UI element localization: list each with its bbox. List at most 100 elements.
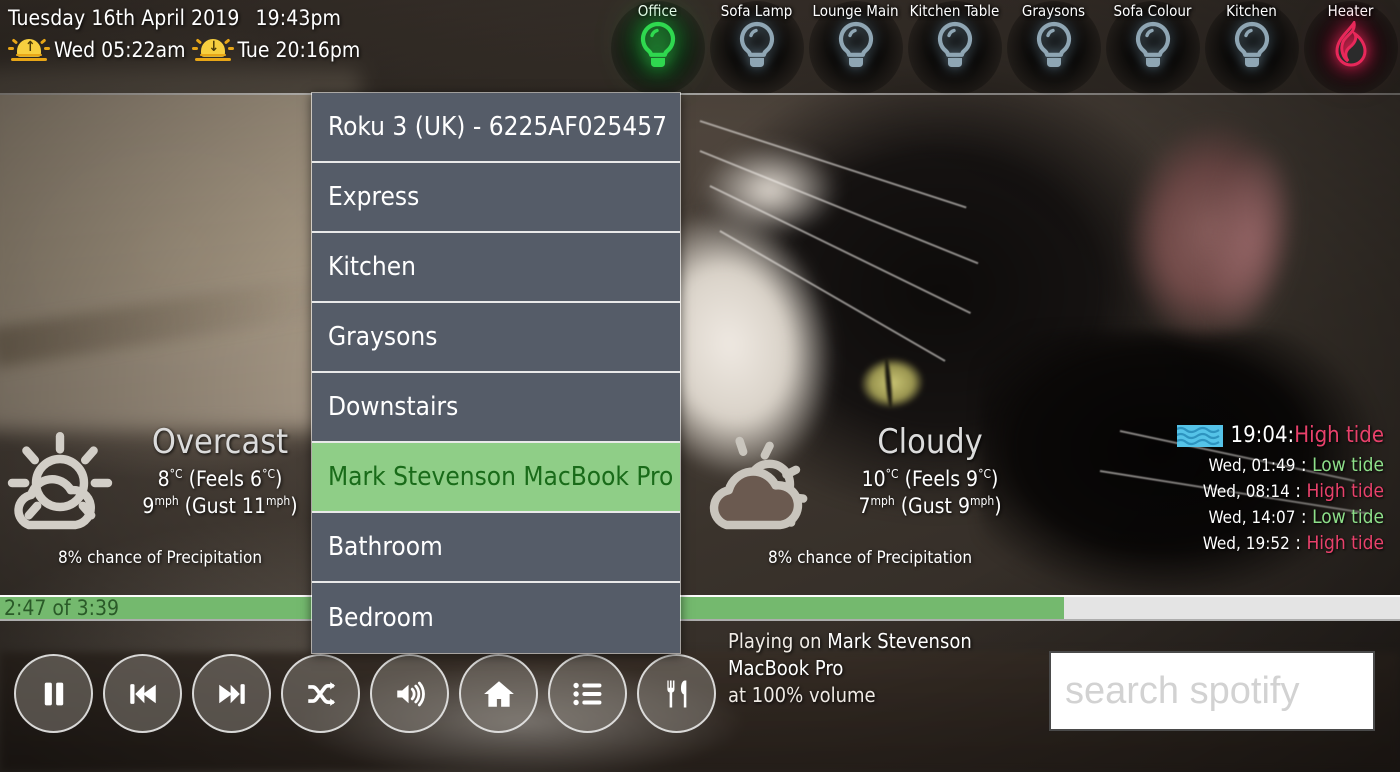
sunset-icon: ↓ — [191, 36, 234, 64]
device-menu-item[interactable]: Express — [312, 163, 680, 233]
tide-time: 14:07 — [1251, 508, 1296, 528]
tide-day: Wed, — [1208, 456, 1252, 476]
light-toggle-kitchen-table[interactable]: Kitchen Table — [905, 0, 1004, 95]
tide-type: Low tide — [1312, 454, 1384, 476]
home-icon — [483, 680, 514, 707]
gust-suffix: ) — [290, 493, 298, 518]
tide-type: High tide — [1306, 532, 1384, 554]
weather-precipitation: 8% chance of Precipitation — [57, 548, 263, 568]
tide-day: Wed, — [1202, 482, 1246, 502]
feels-unit: °C — [262, 466, 275, 481]
device-menu-item[interactable]: Bathroom — [312, 513, 680, 583]
feels-prefix: (Feels — [904, 466, 967, 491]
tide-next-type: High tide — [1294, 423, 1384, 448]
shuffle-button[interactable] — [281, 654, 360, 733]
light-label: Sofa Lamp — [720, 2, 793, 20]
pause-button[interactable] — [14, 654, 93, 733]
light-controls-row: Office Sofa Lamp Lounge Main Kitchen Tab… — [608, 0, 1400, 95]
playback-progress[interactable]: 2:47 of 3:39 — [0, 591, 1400, 623]
tide-type: Low tide — [1312, 506, 1384, 528]
date-time-row: Tuesday 16th April 2019 19:43pm — [8, 6, 366, 30]
device-menu-item[interactable]: Downstairs — [312, 373, 680, 443]
home-button[interactable] — [459, 654, 538, 733]
tide-row: Wed, 08:14 : High tide — [1040, 480, 1384, 502]
playlist-button[interactable] — [548, 654, 627, 733]
lightbulb-icon — [1229, 21, 1275, 78]
next-track-icon — [218, 683, 245, 704]
dining-button[interactable] — [637, 654, 716, 733]
cloud-over-sun-icon — [700, 429, 820, 549]
tide-day: Wed, — [1208, 508, 1252, 528]
gust-value: 11 — [241, 493, 266, 518]
weather-wind: 9mph (Gust 11mph) — [120, 494, 320, 518]
weather-wind: 7mph (Gust 9mph) — [820, 494, 1040, 518]
progress-label: 2:47 of 3:39 — [4, 596, 120, 620]
device-menu-item[interactable]: Graysons — [312, 303, 680, 373]
progress-track[interactable] — [0, 595, 1400, 621]
light-toggle-kitchen[interactable]: Kitchen — [1202, 0, 1301, 95]
wind-unit: mph — [154, 493, 179, 508]
sunset-time: Tue 20:16pm — [237, 38, 361, 62]
light-toggle-heater[interactable]: Heater — [1301, 0, 1400, 95]
light-toggle-sofa-colour[interactable]: Sofa Colour — [1103, 0, 1202, 95]
light-toggle-lounge-main[interactable]: Lounge Main — [806, 0, 905, 95]
tide-sep: : — [1289, 480, 1307, 502]
tide-day: Wed, — [1202, 534, 1246, 554]
weather-text-forecast: Cloudy 10°C (Feels 9°C) 7mph (Gust 9mph) — [820, 415, 1040, 518]
volume-button[interactable] — [370, 654, 449, 733]
gust-suffix: ) — [994, 493, 1002, 518]
feels-unit: °C — [978, 466, 992, 481]
tide-row: Wed, 19:52 : High tide — [1040, 532, 1384, 554]
lightbulb-icon — [1036, 21, 1071, 67]
weather-condition: Cloudy — [877, 422, 983, 462]
lightbulb-icon — [932, 21, 978, 78]
now-playing-prefix: Playing on — [728, 629, 828, 653]
volume-icon — [396, 681, 425, 706]
clock-block: Tuesday 16th April 2019 19:43pm ↑ Wed 05:… — [8, 6, 366, 64]
spotify-search-box[interactable] — [1049, 651, 1375, 731]
wind-value: 9 — [142, 493, 155, 518]
flame-icon — [1334, 19, 1367, 67]
lightbulb-icon — [1234, 21, 1269, 67]
search-input[interactable] — [1051, 653, 1373, 729]
weather-panel-current: Overcast 8°C (Feels 6°C) 9mph (Gust 11mp… — [0, 415, 320, 590]
lightbulb-icon — [640, 21, 675, 67]
device-menu-item[interactable]: Roku 3 (UK) - 6225AF025457 — [312, 93, 680, 163]
wave-icon — [1173, 424, 1223, 447]
light-toggle-office[interactable]: Office — [608, 0, 707, 95]
current-time: 19:43pm — [255, 6, 342, 30]
light-label: Sofa Colour — [1113, 2, 1192, 20]
feels-suffix: ) — [275, 466, 283, 491]
sunrise-icon: ↑ — [8, 36, 50, 64]
transport-controls — [14, 654, 716, 733]
tide-type: High tide — [1306, 480, 1384, 502]
now-playing-text: Playing on Mark Stevenson MacBook Pro at… — [728, 628, 1048, 709]
previous-button[interactable] — [103, 654, 182, 733]
light-label: Kitchen Table — [909, 2, 1000, 20]
feels-prefix: (Feels — [188, 466, 251, 491]
device-menu-item[interactable]: Kitchen — [312, 233, 680, 303]
light-label: Graysons — [1021, 2, 1086, 20]
lightbulb-icon — [937, 21, 972, 67]
top-status-bar: Tuesday 16th April 2019 19:43pm ↑ Wed 05:… — [0, 0, 1400, 95]
light-toggle-sofa-lamp[interactable]: Sofa Lamp — [707, 0, 806, 95]
feels-suffix: ) — [991, 466, 999, 491]
lightbulb-icon — [635, 21, 681, 78]
device-menu-item[interactable]: Mark Stevenson MacBook Pro — [312, 443, 680, 513]
weather-precipitation: 8% chance of Precipitation — [767, 548, 973, 568]
feels-value: 9 — [966, 466, 979, 491]
gust-prefix: (Gust — [900, 493, 958, 518]
tide-time: 19:52 — [1245, 534, 1290, 554]
previous-track-icon — [129, 683, 156, 704]
weather-condition: Overcast — [151, 422, 289, 462]
device-menu-item[interactable]: Bedroom — [312, 583, 680, 653]
next-button[interactable] — [192, 654, 271, 733]
gust-unit: mph — [969, 493, 995, 508]
now-playing-volume: at 100% volume — [728, 683, 876, 707]
light-toggle-graysons[interactable]: Graysons — [1004, 0, 1103, 95]
device-selection-menu: Roku 3 (UK) - 6225AF025457 Express Kitchen… — [311, 92, 681, 654]
weather-panel-forecast: Cloudy 10°C (Feels 9°C) 7mph (Gust 9mph)… — [700, 415, 1040, 590]
lightbulb-icon — [838, 21, 873, 67]
tide-times-panel: 19:04 : High tide Wed, 01:49 : Low tide W… — [1040, 415, 1400, 590]
tide-time: 01:49 — [1251, 456, 1296, 476]
